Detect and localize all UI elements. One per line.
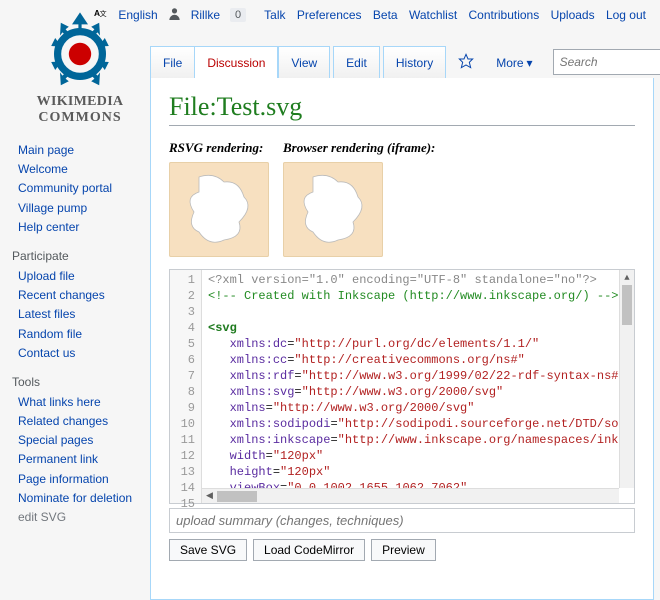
sidebar-link-disabled: edit SVG	[18, 510, 66, 524]
topbar-link[interactable]: Watchlist	[409, 8, 457, 22]
scroll-thumb[interactable]	[217, 491, 257, 502]
editor-gutter: 123456789101112131415	[170, 270, 202, 503]
horizontal-scrollbar[interactable]: ◀	[202, 488, 619, 503]
save-svg-button[interactable]: Save SVG	[169, 539, 247, 561]
tab-view[interactable]: View	[278, 46, 330, 79]
sidebar-link[interactable]: Contact us	[18, 346, 75, 360]
editor-body[interactable]: <?xml version="1.0" encoding="UTF-8" sta…	[202, 270, 634, 503]
load-codemirror-button[interactable]: Load CodeMirror	[253, 539, 365, 561]
sidebar-link[interactable]: Help center	[18, 220, 79, 234]
rsvg-heading: RSVG rendering:	[169, 140, 269, 156]
tab-history[interactable]: History	[383, 46, 446, 79]
sidebar-link[interactable]: Page information	[18, 472, 109, 486]
preview-button[interactable]: Preview	[371, 539, 436, 561]
sidebar-link[interactable]: Special pages	[18, 433, 93, 447]
personal-tools: A文 English Rillke 0 Talk Preferences Bet…	[94, 6, 646, 23]
page-title: File:Test.svg	[169, 92, 635, 126]
sidebar-tools: ToolsWhat links hereRelated changesSpeci…	[10, 375, 150, 527]
tab-more[interactable]: More▾	[486, 47, 542, 79]
search-box[interactable]	[553, 49, 660, 75]
tab-discussion[interactable]: Discussion	[194, 46, 278, 79]
rsvg-thumbnail	[169, 162, 269, 257]
search-input[interactable]	[560, 55, 660, 69]
logo[interactable]: WIKIMEDIACOMMONS	[10, 10, 150, 126]
browser-thumbnail	[283, 162, 383, 257]
vertical-scrollbar[interactable]: ▲	[619, 270, 634, 488]
sidebar-link[interactable]: Upload file	[18, 269, 75, 283]
tab-edit[interactable]: Edit	[333, 46, 380, 79]
sidebar-link[interactable]: Main page	[18, 143, 74, 157]
scroll-thumb[interactable]	[622, 285, 632, 325]
brand-text-1: WIKIMEDIA	[37, 94, 124, 109]
sidebar-link[interactable]: Related changes	[18, 414, 108, 428]
topbar-link[interactable]: Uploads	[551, 8, 595, 22]
language-link[interactable]: English	[118, 8, 157, 22]
watch-star[interactable]	[450, 46, 482, 79]
sidebar-link[interactable]: Welcome	[18, 162, 68, 176]
topbar-link[interactable]: Beta	[373, 8, 398, 22]
topbar-link[interactable]: Contributions	[469, 8, 540, 22]
sidebar-link[interactable]: What links here	[18, 395, 101, 409]
topbar-link[interactable]: Log out	[606, 8, 646, 22]
sidebar-navigation: Main page Welcome Community portal Village …	[10, 141, 150, 237]
language-icon[interactable]: A文	[94, 6, 108, 23]
sidebar-participate: ParticipateUpload fileRecent changesLate…	[10, 249, 150, 363]
notification-badge[interactable]: 0	[230, 8, 246, 22]
user-icon	[168, 7, 181, 23]
topbar-link[interactable]: Talk	[264, 8, 285, 22]
sidebar-link[interactable]: Village pump	[18, 201, 87, 215]
scroll-up-icon[interactable]: ▲	[620, 270, 634, 285]
sidebar-link[interactable]: Community portal	[18, 181, 112, 195]
brand-text-2: COMMONS	[10, 110, 150, 126]
sidebar-link[interactable]: Nominate for deletion	[18, 491, 132, 505]
scroll-left-icon[interactable]: ◀	[202, 491, 217, 501]
sidebar-link[interactable]: Random file	[18, 327, 82, 341]
browser-heading: Browser rendering (iframe):	[283, 140, 435, 156]
topbar-link[interactable]: Preferences	[297, 8, 362, 22]
sidebar-link[interactable]: Permanent link	[18, 452, 98, 466]
svg-text:文: 文	[100, 9, 107, 18]
sidebar-link[interactable]: Latest files	[18, 307, 75, 321]
tab-file[interactable]: File	[150, 46, 195, 79]
username-link[interactable]: Rillke	[191, 8, 220, 22]
chevron-down-icon: ▾	[527, 56, 533, 70]
sidebar-link[interactable]: Recent changes	[18, 288, 105, 302]
upload-summary-input[interactable]	[169, 508, 635, 533]
code-editor[interactable]: 123456789101112131415 <?xml version="1.0…	[169, 269, 635, 504]
